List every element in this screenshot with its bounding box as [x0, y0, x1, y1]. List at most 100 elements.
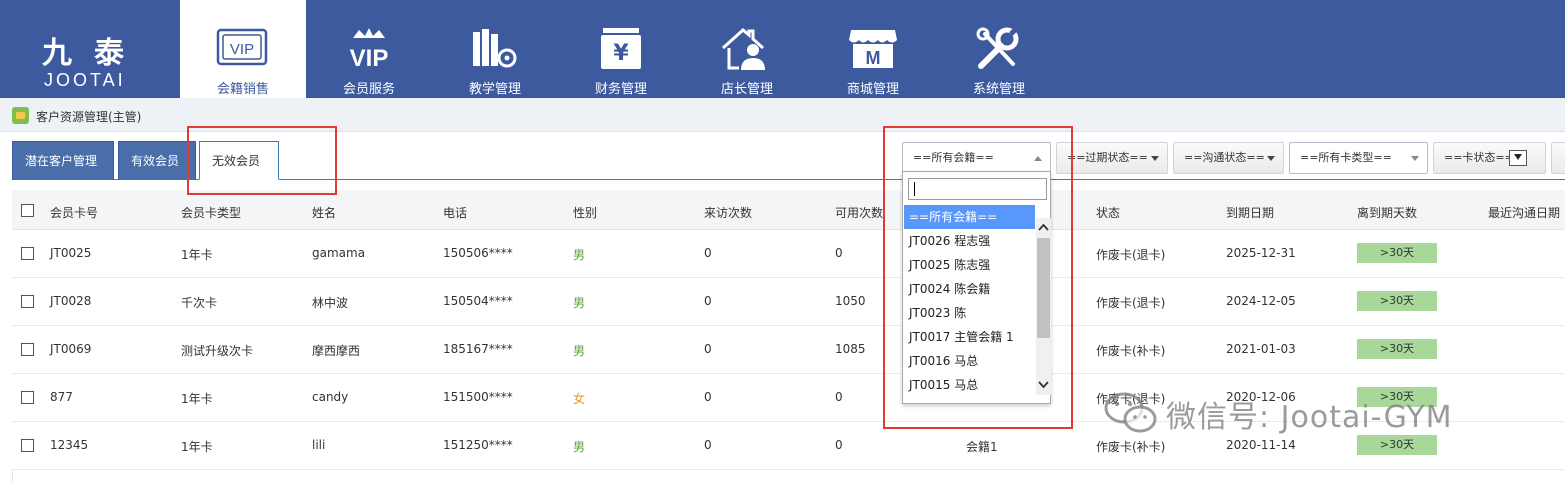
cell-visits: 0	[704, 294, 712, 308]
row-checkbox[interactable]	[21, 343, 34, 356]
cell-remaining: 1085	[835, 342, 866, 356]
contact-status-select[interactable]: ==沟通状态==	[1173, 142, 1284, 174]
tab-valid-members[interactable]: 有效会员	[118, 141, 196, 180]
chevron-down-icon	[1267, 156, 1275, 161]
cell-gender: 男	[573, 344, 586, 358]
cell-visits: 0	[704, 342, 712, 356]
contact-status-value: ==沟通状态==	[1184, 151, 1265, 164]
cell-card-no: JT0069	[50, 342, 92, 356]
header-expiry-date[interactable]: 到期日期	[1226, 204, 1274, 221]
nav-item-system[interactable]: 系统管理	[936, 0, 1062, 98]
cell-status: 作废卡(退卡)	[1096, 296, 1166, 310]
brand-logo: 九泰 JOOTAI	[0, 0, 180, 98]
row-checkbox[interactable]	[21, 247, 34, 260]
cell-expiry-date: 2024-12-05	[1226, 294, 1296, 308]
cell-consultant: 会籍1	[966, 440, 998, 454]
svg-text:VIP: VIP	[350, 45, 389, 72]
cell-remaining: 0	[835, 246, 843, 260]
cell-gender: 女	[573, 392, 586, 406]
nav-label: 财务管理	[594, 82, 647, 97]
yen-box-icon: ¥	[601, 28, 641, 69]
annotation-box-dropdown	[883, 126, 1073, 429]
extra-filter-button[interactable]	[1551, 142, 1565, 174]
tools-icon	[976, 26, 1019, 69]
nav-item-mall[interactable]: M 商城管理	[810, 0, 936, 98]
header-card-type[interactable]: 会员卡类型	[181, 204, 241, 221]
tab-potential-customers[interactable]: 潜在客户管理	[12, 141, 114, 180]
cell-card-type: 测试升级次卡	[181, 344, 254, 358]
nav-label: 教学管理	[468, 82, 521, 97]
days-left-badge: >30天	[1357, 291, 1437, 311]
cell-name: 林中波	[312, 296, 349, 310]
header-status[interactable]: 状态	[1096, 204, 1120, 221]
row-checkbox[interactable]	[21, 439, 34, 452]
cell-status: 作废卡(补卡)	[1096, 440, 1166, 454]
cell-gender: 男	[573, 296, 586, 310]
table-row[interactable]	[12, 230, 1565, 278]
vip-card-icon: VIP	[216, 28, 268, 66]
header-days-left[interactable]: 离到期天数	[1357, 204, 1417, 221]
chevron-down-icon	[1151, 156, 1159, 161]
cell-card-no: 877	[50, 390, 73, 404]
header-gender[interactable]: 性别	[573, 204, 597, 221]
lock-folder-icon	[12, 107, 29, 124]
nav-item-store-manager[interactable]: 店长管理	[684, 0, 810, 98]
header-name[interactable]: 姓名	[312, 204, 336, 221]
svg-text:M: M	[866, 48, 881, 68]
chevron-down-icon	[1509, 150, 1527, 166]
manager-house-icon	[721, 28, 765, 70]
days-left-badge: >30天	[1357, 339, 1437, 359]
row-checkbox[interactable]	[21, 391, 34, 404]
cell-gender: 男	[573, 248, 586, 262]
nav-label: 店长管理	[720, 82, 773, 97]
table-header	[12, 190, 1565, 230]
chevron-down-icon	[1411, 156, 1419, 161]
cell-visits: 0	[704, 390, 712, 404]
books-gear-icon	[473, 29, 517, 68]
row-checkbox[interactable]	[21, 295, 34, 308]
nav-item-teaching[interactable]: 教学管理	[432, 0, 558, 98]
cell-status: 作废卡(补卡)	[1096, 344, 1166, 358]
brand-logo-en: JOOTAI	[44, 70, 126, 90]
cell-card-type: 1年卡	[181, 440, 213, 454]
header-last-contact[interactable]: 最近沟通日期	[1488, 204, 1560, 221]
select-all-checkbox[interactable]	[21, 204, 34, 217]
nav-item-finance[interactable]: ¥ 财务管理	[558, 0, 684, 98]
cell-name: 摩西摩西	[312, 344, 361, 358]
cell-name: lili	[312, 438, 326, 452]
cell-expiry-date: 2020-11-14	[1226, 438, 1296, 452]
card-status-select[interactable]: ==卡状态==	[1433, 142, 1546, 174]
cell-gender: 男	[573, 440, 586, 454]
cell-visits: 0	[704, 246, 712, 260]
cell-visits: 0	[704, 438, 712, 452]
nav-item-membership-sales[interactable]: VIP 会籍销售	[180, 0, 306, 98]
vip-crown-icon: VIP	[350, 28, 389, 72]
card-type-value: ==所有卡类型==	[1300, 151, 1392, 164]
cell-expiry-date: 2025-12-31	[1226, 246, 1296, 260]
wechat-icon	[1104, 392, 1157, 433]
cell-phone: 150506****	[443, 246, 513, 260]
header-visits[interactable]: 来访次数	[704, 204, 752, 221]
header-remaining[interactable]: 可用次数	[835, 204, 883, 221]
cell-name: gamama	[312, 246, 366, 260]
card-type-select[interactable]: ==所有卡类型==	[1289, 142, 1428, 174]
header-card-no[interactable]: 会员卡号	[50, 204, 98, 221]
days-left-badge: >30天	[1357, 243, 1437, 263]
header-phone[interactable]: 电话	[443, 204, 467, 221]
expiry-status-value: ==过期状态==	[1067, 151, 1148, 164]
cell-phone: 150504****	[443, 294, 513, 308]
cell-phone: 151250****	[443, 438, 513, 452]
days-left-badge: >30天	[1357, 435, 1437, 455]
brand-logo-cn: 九泰	[42, 36, 146, 71]
cell-remaining: 0	[835, 390, 843, 404]
breadcrumb-label: 客户资源管理(主管)	[36, 110, 142, 124]
nav-label: 系统管理	[972, 82, 1025, 97]
store-icon: M	[849, 30, 897, 68]
nav-label: 商城管理	[846, 82, 899, 97]
nav-item-member-service[interactable]: VIP 会员服务	[306, 0, 432, 98]
nav-label: 会籍销售	[216, 82, 269, 97]
table-row[interactable]	[12, 278, 1565, 326]
cell-card-no: 12345	[50, 438, 89, 452]
watermark-text: 微信号: Jootai-GYM	[1166, 400, 1453, 435]
svg-text:VIP: VIP	[230, 41, 254, 58]
